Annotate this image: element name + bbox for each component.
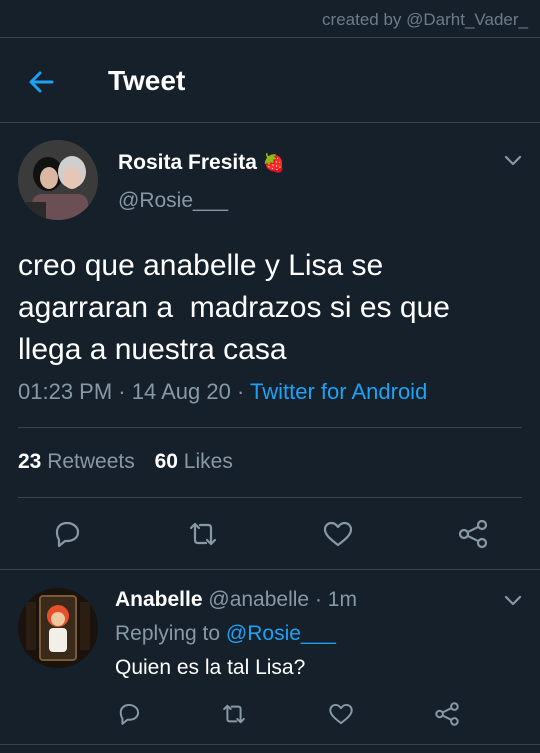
chevron-down-icon (504, 155, 522, 166)
retweets-stat[interactable]: 23 Retweets (18, 450, 135, 473)
divider (0, 122, 540, 123)
replying-label: Replying to (115, 622, 226, 645)
author-handle[interactable]: @Rosie___ (118, 189, 228, 213)
divider (0, 37, 540, 38)
reply-reply-button[interactable] (115, 700, 143, 728)
page-title: Tweet (108, 65, 186, 96)
like-icon (323, 521, 353, 547)
divider (0, 569, 540, 570)
tweet-detail-screen: created by @Darht_Vader_ Tweet Rosita Fr… (0, 0, 540, 753)
reply-menu-button[interactable] (502, 591, 524, 609)
separator: · (230, 379, 250, 404)
arrow-left-icon (29, 71, 54, 93)
doll-photo-icon (18, 588, 98, 668)
tweet-time: 01:23 PM (18, 379, 113, 404)
back-button[interactable] (22, 66, 62, 98)
reply-retweet-button[interactable] (220, 700, 248, 728)
retweet-icon (189, 522, 217, 546)
likes-stat[interactable]: 60 Likes (155, 450, 233, 473)
tweet-source-link[interactable]: Twitter for Android (250, 379, 427, 404)
like-button[interactable] (321, 517, 355, 551)
divider (18, 497, 522, 498)
reply-icon (119, 703, 140, 725)
separator: · (112, 379, 132, 404)
separator: · (309, 588, 328, 611)
author-name[interactable]: Rosita Fresita 🍓 (118, 151, 285, 175)
reply-icon (55, 521, 80, 548)
divider (0, 744, 540, 745)
mention-link[interactable]: @Rosie___ (226, 622, 336, 645)
avatar[interactable] (18, 140, 98, 220)
profile-photo-icon (18, 140, 98, 220)
divider (18, 427, 522, 428)
like-icon (329, 703, 353, 725)
reply-share-button[interactable] (433, 700, 461, 728)
app-header: Tweet (0, 46, 540, 118)
reply-button[interactable] (50, 517, 84, 551)
reply-like-button[interactable] (327, 700, 355, 728)
share-icon (458, 519, 488, 549)
chevron-down-icon (504, 595, 522, 606)
strawberry-icon: 🍓 (262, 153, 286, 173)
reply-author-name[interactable]: Anabelle (115, 588, 203, 611)
reply-author-handle[interactable]: @anabelle (208, 588, 309, 611)
retweets-label: Retweets (47, 450, 135, 473)
tweet-meta: 01:23 PM · 14 Aug 20 · Twitter for Andro… (18, 379, 427, 405)
tweet-stats: 23 Retweets 60 Likes (18, 450, 247, 474)
retweets-count: 23 (18, 450, 42, 473)
author-name-text: Rosita Fresita (118, 151, 257, 174)
reply-header: Anabelle @anabelle · 1m (115, 588, 357, 612)
likes-label: Likes (183, 450, 233, 473)
share-icon (435, 702, 459, 726)
reply-avatar[interactable] (18, 588, 98, 668)
retweet-button[interactable] (186, 517, 220, 551)
tweet-date: 14 Aug 20 (131, 379, 231, 404)
watermark: created by @Darht_Vader_ (322, 10, 528, 29)
likes-count: 60 (154, 450, 178, 473)
reply-time: 1m (327, 588, 357, 611)
tweet-text: creo que anabelle y Lisa se agarraran a … (18, 249, 450, 366)
replying-to: Replying to @Rosie___ (115, 622, 336, 646)
share-button[interactable] (456, 517, 490, 551)
reply-text: Quien es la tal Lisa? (115, 656, 306, 679)
retweet-icon (223, 704, 245, 724)
tweet-menu-button[interactable] (502, 151, 524, 169)
